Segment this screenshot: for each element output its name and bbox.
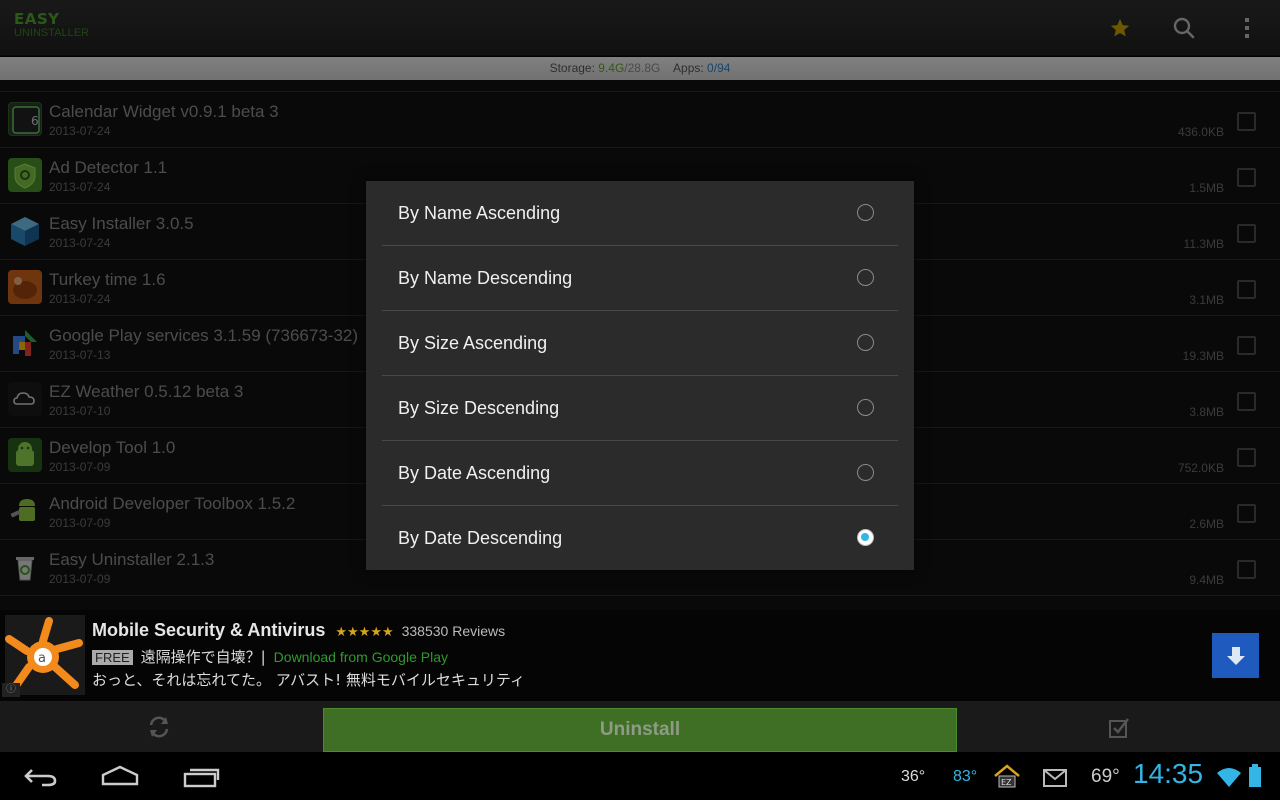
radio-button-selected[interactable] — [857, 529, 874, 546]
sort-option-label: By Name Ascending — [398, 203, 561, 223]
temp-indicator-2: 83° — [953, 768, 978, 785]
ez-home-icon: EZ — [992, 762, 1022, 794]
ad-free-badge: FREE — [92, 650, 133, 665]
sort-option-size-desc[interactable]: By Size Descending — [382, 376, 898, 441]
refresh-icon[interactable] — [147, 715, 171, 743]
sort-option-date-asc[interactable]: By Date Ascending — [382, 441, 898, 506]
clock: 14:35 — [1133, 758, 1204, 789]
ad-jp-line: 遠隔操作で自壊？| — [140, 648, 266, 666]
sort-option-label: By Name Descending — [398, 268, 573, 288]
sort-option-label: By Size Descending — [398, 398, 560, 418]
ad-info-icon[interactable]: ⓘ — [2, 683, 20, 697]
battery-icon — [1248, 764, 1262, 792]
radio-button[interactable] — [857, 464, 874, 481]
system-navigation-bar: 36° 83° EZ 69° 14:35 — [0, 752, 1280, 800]
temp-indicator-3: 69° — [1091, 766, 1120, 787]
ad-rating-stars: ★★★★★ — [335, 625, 394, 640]
ad-title: Mobile Security & Antivirus — [92, 620, 326, 640]
sort-dialog: By Name Ascending By Name Descending By … — [366, 181, 914, 570]
gmail-icon — [1043, 769, 1067, 791]
back-icon[interactable] — [22, 764, 58, 792]
home-icon[interactable] — [100, 764, 140, 792]
svg-text:a: a — [38, 651, 46, 666]
wifi-icon — [1216, 766, 1242, 792]
bottom-action-bar: Uninstall — [0, 701, 1280, 752]
radio-button[interactable] — [857, 334, 874, 351]
sort-option-size-asc[interactable]: By Size Ascending — [382, 311, 898, 376]
sort-option-label: By Date Ascending — [398, 463, 551, 483]
recent-apps-icon[interactable] — [182, 766, 220, 792]
uninstall-button[interactable]: Uninstall — [323, 708, 957, 752]
sort-option-label: By Date Descending — [398, 528, 563, 548]
ad-jp-description: おっと、それは忘れてた。 アバスト! 無料モバイルセキュリティ — [92, 671, 526, 689]
sort-option-name-desc[interactable]: By Name Descending — [382, 246, 898, 311]
sort-option-date-desc[interactable]: By Date Descending — [382, 506, 898, 571]
ad-reviews: 338530 Reviews — [401, 623, 506, 639]
ad-banner[interactable]: a ⓘ Mobile Security & Antivirus ★★★★★ 33… — [0, 610, 1280, 701]
sort-option-name-asc[interactable]: By Name Ascending — [382, 181, 898, 246]
select-all-icon[interactable] — [1108, 717, 1130, 743]
radio-button[interactable] — [857, 269, 874, 286]
download-arrow-icon — [1226, 646, 1245, 665]
sort-option-label: By Size Ascending — [398, 333, 548, 353]
temp-indicator-1: 36° — [901, 768, 926, 785]
radio-button[interactable] — [857, 204, 874, 221]
ad-download-button[interactable] — [1212, 633, 1259, 678]
ad-download-link[interactable]: Download from Google Play — [274, 649, 448, 665]
svg-text:EZ: EZ — [1001, 778, 1012, 787]
radio-button[interactable] — [857, 399, 874, 416]
